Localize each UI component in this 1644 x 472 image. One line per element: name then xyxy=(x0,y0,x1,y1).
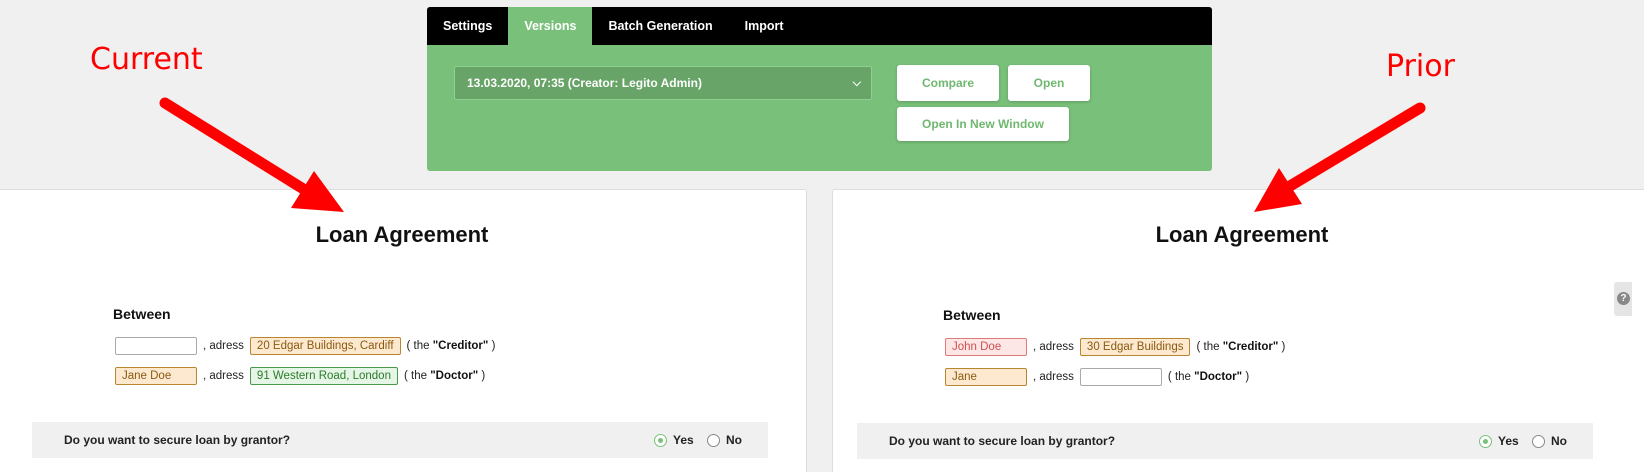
open-new-window-button[interactable]: Open In New Window xyxy=(897,107,1069,141)
compare-button[interactable]: Compare xyxy=(897,65,999,101)
between-heading: Between xyxy=(943,307,1001,323)
radio-dot-icon xyxy=(1532,434,1545,448)
document-title: Loan Agreement xyxy=(1155,222,1329,247)
party-address-field[interactable]: 20 Edgar Buildings, Cardiff xyxy=(249,337,401,355)
role-text: ( the "Doctor" ) xyxy=(403,370,486,382)
role-text: ( the "Creditor" ) xyxy=(406,340,496,352)
grantor-question-label: Do you want to secure loan by grantor? xyxy=(889,434,1116,448)
versions-panel: Settings Versions Batch Generation Impor… xyxy=(427,7,1212,171)
grantor-question-row: Do you want to secure loan by grantor? Y… xyxy=(857,423,1593,459)
party-name-field[interactable]: John Doe xyxy=(945,338,1027,356)
adress-label: , adress xyxy=(1033,341,1074,353)
party-address-field[interactable]: 30 Edgar Buildings xyxy=(1079,338,1191,356)
annotation-prior: Prior xyxy=(1386,49,1455,84)
grantor-question-row: Do you want to secure loan by grantor? Y… xyxy=(32,422,768,458)
help-tab[interactable]: ? xyxy=(1614,282,1632,316)
radio-dot-icon xyxy=(1479,434,1492,448)
radio-no[interactable]: No xyxy=(707,433,742,447)
party-name-field[interactable] xyxy=(115,337,197,355)
party-address-field[interactable] xyxy=(1079,368,1162,386)
help-icon: ? xyxy=(1617,292,1630,305)
prior-document-card: Loan Agreement Between John Doe , adress… xyxy=(832,189,1644,472)
version-select-value: 13.03.2020, 07:35 (Creator: Legito Admin… xyxy=(467,76,702,90)
party-name-field[interactable]: Jane Doe xyxy=(115,367,197,385)
chevron-down-icon: ⌵ xyxy=(852,77,861,89)
radio-dot-icon xyxy=(707,433,720,447)
radio-no[interactable]: No xyxy=(1532,434,1567,448)
role-text: ( the "Creditor" ) xyxy=(1196,341,1286,353)
radio-yes[interactable]: Yes xyxy=(654,433,694,447)
party-address-field[interactable]: 91 Western Road, London xyxy=(249,367,398,385)
tab-batch-generation[interactable]: Batch Generation xyxy=(592,7,728,45)
current-document-card: Loan Agreement Between , adress 20 Edgar… xyxy=(0,189,807,472)
party-row: Jane Doe , adress 91 Western Road, Londo… xyxy=(115,367,491,385)
role-text: ( the "Doctor" ) xyxy=(1167,371,1250,383)
tab-bar: Settings Versions Batch Generation Impor… xyxy=(427,7,1212,45)
party-row: John Doe , adress 30 Edgar Buildings ( t… xyxy=(945,338,1291,356)
grantor-question-label: Do you want to secure loan by grantor? xyxy=(64,433,291,447)
annotation-current: Current xyxy=(90,42,203,77)
between-heading: Between xyxy=(113,306,171,322)
party-row: , adress 20 Edgar Buildings, Cardiff ( t… xyxy=(115,337,501,355)
adress-label: , adress xyxy=(203,340,244,352)
tab-import[interactable]: Import xyxy=(729,7,800,45)
party-row: Jane , adress ( the "Doctor" ) xyxy=(945,368,1255,386)
adress-label: , adress xyxy=(203,370,244,382)
document-title: Loan Agreement xyxy=(315,222,489,247)
tab-settings[interactable]: Settings xyxy=(427,7,508,45)
radio-dot-icon xyxy=(654,433,667,447)
adress-label: , adress xyxy=(1033,371,1074,383)
party-name-field[interactable]: Jane xyxy=(945,368,1027,386)
open-button[interactable]: Open xyxy=(1008,65,1090,101)
tab-versions[interactable]: Versions xyxy=(508,7,593,45)
version-select[interactable]: 13.03.2020, 07:35 (Creator: Legito Admin… xyxy=(454,66,872,100)
radio-yes[interactable]: Yes xyxy=(1479,434,1519,448)
